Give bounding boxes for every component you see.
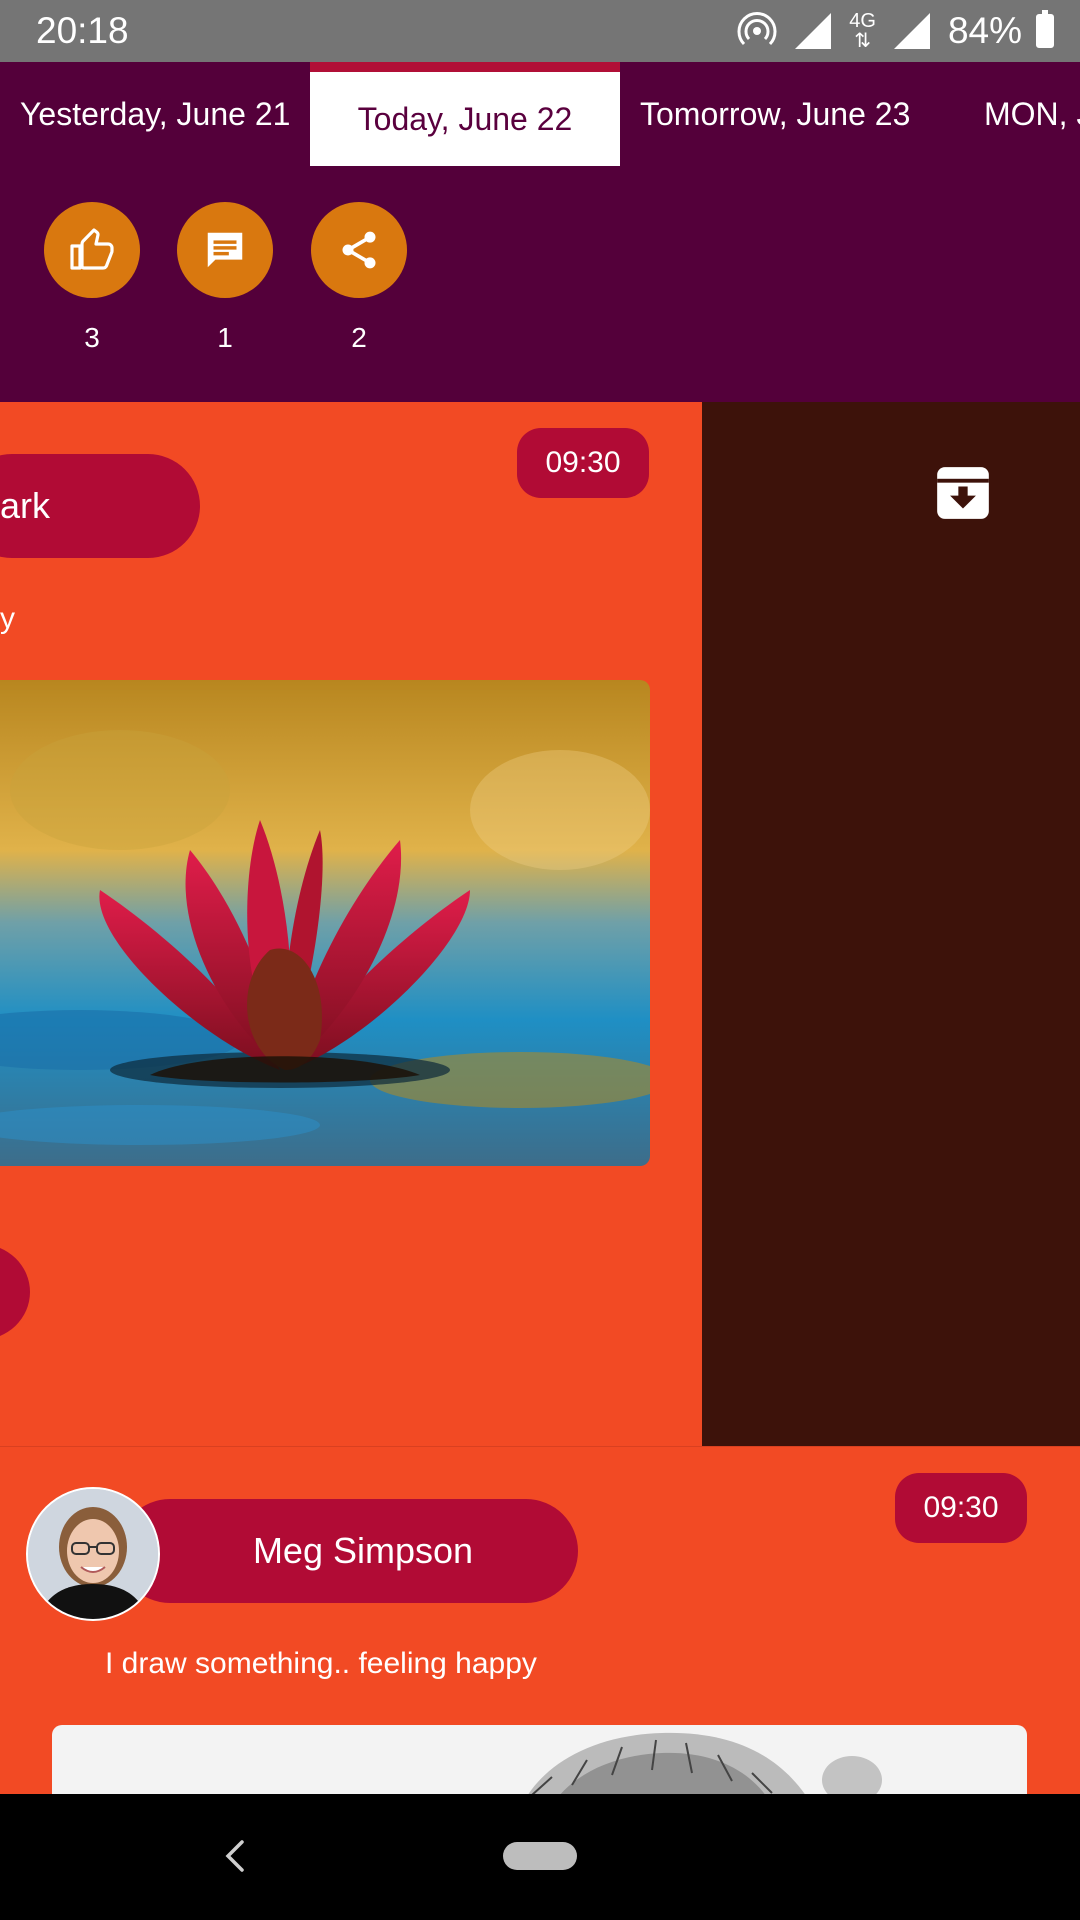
tab-tomorrow[interactable]: Tomorrow, June 23 (640, 62, 910, 166)
navigation-bar (0, 1794, 1080, 1920)
share-icon (342, 231, 376, 269)
tab-yesterday[interactable]: Yesterday, June 21 (20, 62, 290, 166)
comment-button[interactable] (177, 202, 273, 298)
like-button[interactable] (44, 202, 140, 298)
back-icon[interactable] (220, 1836, 250, 1876)
author-name: ark (0, 485, 51, 526)
post-caption: y (0, 602, 15, 635)
signal-icon (795, 13, 832, 49)
author-name-pill[interactable]: ark (0, 454, 200, 558)
status-icons: 4G ⇅ 84% (737, 8, 1054, 54)
post-time-2: 09:30 (895, 1473, 1027, 1543)
data-arrows-icon: ⇅ (854, 30, 871, 52)
comment-icon (207, 232, 243, 268)
post-image-lotus[interactable] (0, 680, 650, 1166)
post-time: 09:30 (517, 428, 649, 498)
hotspot-icon (737, 12, 777, 46)
network-type: 4G ⇅ (849, 10, 876, 52)
lion-sketch-picture (527, 1732, 882, 1795)
signal-icon-2 (893, 13, 930, 49)
home-pill-icon[interactable] (503, 1842, 577, 1870)
tab-next[interactable]: MON, J (984, 62, 1080, 166)
battery-icon (1036, 10, 1054, 48)
post-card-2[interactable]: 09:30 Meg Simpson I draw something.. fee… (0, 1446, 1080, 1795)
share-count: 2 (351, 322, 367, 353)
post-image-lion-sketch[interactable] (52, 1725, 1027, 1795)
avatar-portrait (28, 1489, 158, 1619)
header: Yesterday, June 21 Today, June 22 Tomorr… (0, 62, 1080, 402)
comment-count: 1 (217, 322, 233, 353)
swipe-archive-area[interactable] (702, 402, 1080, 1446)
like-count: 3 (84, 322, 100, 353)
author-name-2: Meg Simpson (252, 1530, 474, 1571)
post-action-button[interactable] (0, 1244, 30, 1340)
lotus-picture (0, 680, 650, 1166)
post-card[interactable]: 09:30 ark y (0, 402, 702, 1446)
status-bar: 20:18 4G ⇅ 84% (0, 0, 1080, 62)
avatar[interactable] (26, 1487, 160, 1621)
battery-percent: 84% (947, 10, 1022, 51)
post-caption-2: I draw something.. feeling happy (105, 1647, 537, 1680)
tab-today[interactable]: Today, June 22 (310, 62, 620, 166)
archive-icon (937, 467, 989, 519)
status-time: 20:18 (36, 10, 129, 51)
author-name-pill-2[interactable]: Meg Simpson (118, 1499, 578, 1603)
thumb-up-icon (70, 228, 114, 270)
share-button[interactable] (311, 202, 407, 298)
